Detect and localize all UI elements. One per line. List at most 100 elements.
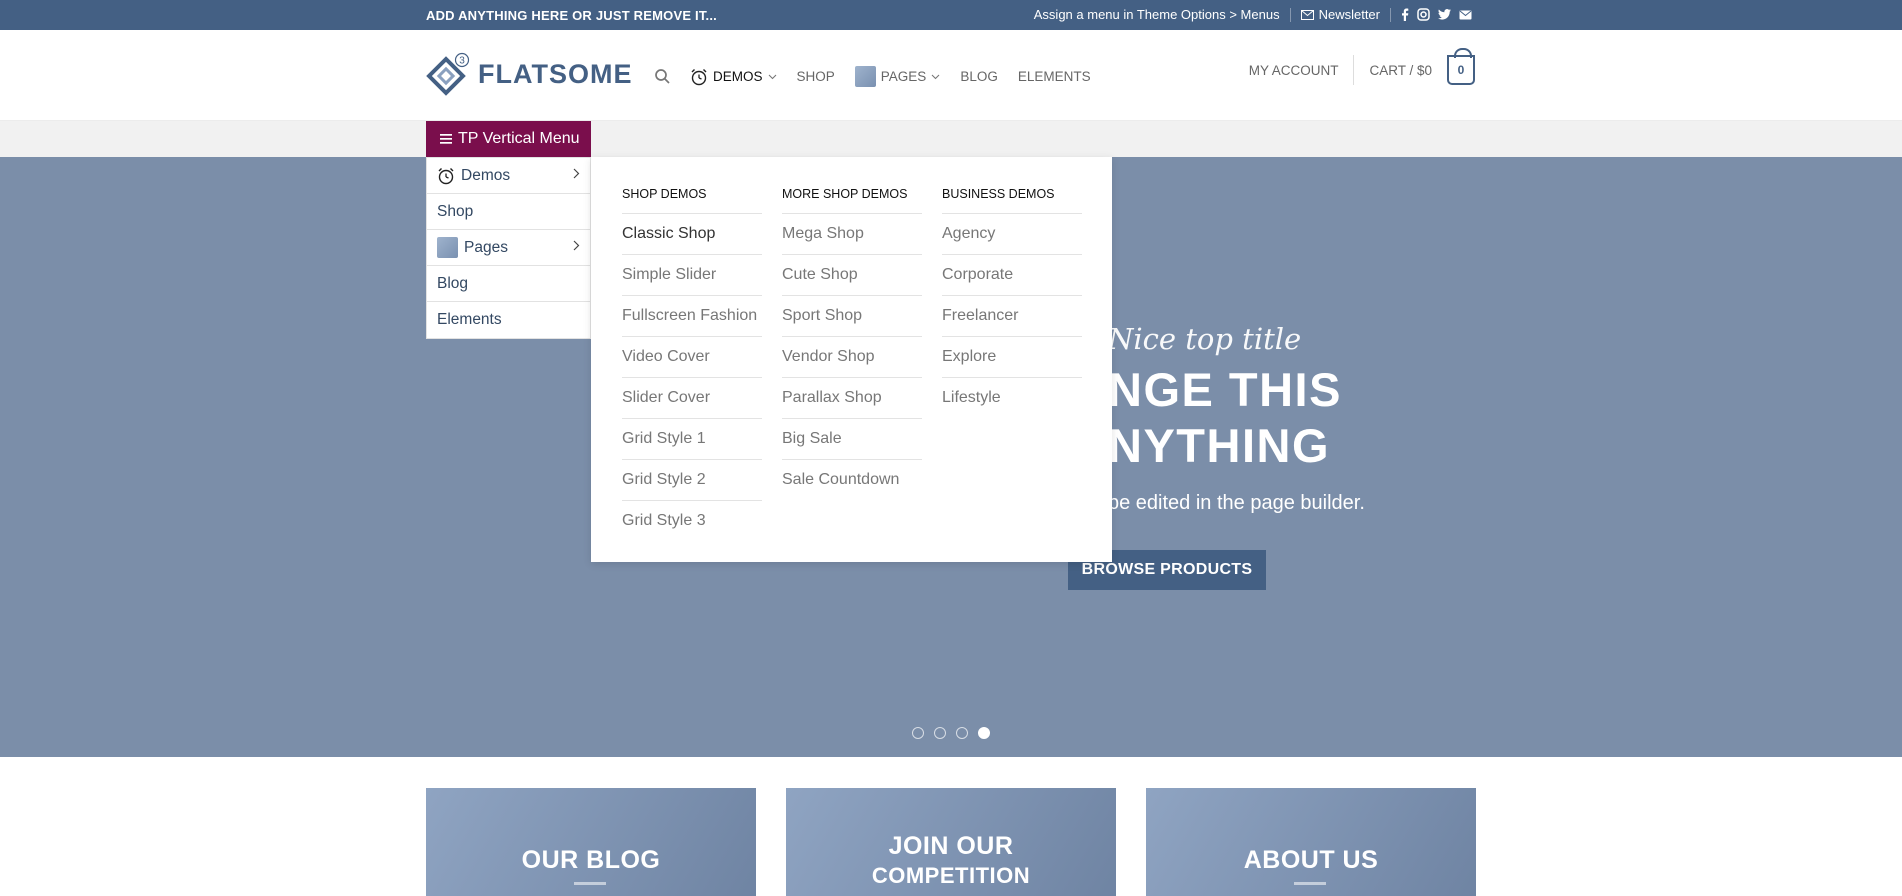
chevron-down-icon — [931, 74, 940, 79]
mega-column-heading: SHOP DEMOS — [622, 187, 762, 214]
mega-link[interactable]: Sale Countdown — [782, 460, 922, 501]
mega-link[interactable]: Fullscreen Fashion — [622, 296, 762, 337]
vertical-menu-list: Demos Shop Pages Blog Elements — [426, 157, 591, 339]
alarm-clock-icon — [691, 68, 707, 85]
mega-link[interactable]: Lifestyle — [942, 378, 1082, 419]
slider-dot[interactable] — [934, 727, 946, 739]
slider-dot-active[interactable] — [978, 727, 990, 739]
hero-subtitle: be edited in the page builder. — [1108, 492, 1365, 514]
mega-link[interactable]: Cute Shop — [782, 255, 922, 296]
mega-column-more-shop-demos: MORE SHOP DEMOS Mega Shop Cute Shop Spor… — [782, 187, 922, 501]
mega-column-shop-demos: SHOP DEMOS Classic Shop Simple Slider Fu… — [622, 187, 762, 542]
mega-link[interactable]: Explore — [942, 337, 1082, 378]
feature-box-title: ABOUT US — [1243, 846, 1379, 874]
site-logo[interactable]: 3 FLATSOME — [426, 52, 632, 96]
social-icons — [1401, 8, 1472, 21]
vertical-menu-label: TP Vertical Menu — [458, 130, 580, 147]
header-account-area: MY ACCOUNT CART / $0 0 — [1249, 48, 1475, 85]
mega-link[interactable]: Grid Style 1 — [622, 419, 762, 460]
mega-link[interactable]: Corporate — [942, 255, 1082, 296]
vertical-menu-item-shop[interactable]: Shop — [427, 194, 590, 230]
vertical-menu-item-pages[interactable]: Pages — [427, 230, 590, 266]
nav-item-demos[interactable]: DEMOS — [690, 68, 777, 86]
cart-icon[interactable]: 0 — [1447, 48, 1475, 85]
cart-count: 0 — [1457, 63, 1465, 77]
flatsome-logo-icon: 3 — [426, 52, 470, 96]
my-account-link[interactable]: MY ACCOUNT — [1249, 63, 1339, 78]
hamburger-icon — [440, 134, 452, 144]
feature-box-about[interactable]: ABOUT US — [1146, 788, 1476, 896]
feature-box-divider — [574, 882, 606, 885]
top-bar: ADD ANYTHING HERE OR JUST REMOVE IT... A… — [0, 0, 1902, 30]
vertical-menu-item-label: Pages — [464, 238, 508, 256]
vertical-menu-item-elements[interactable]: Elements — [427, 302, 590, 338]
nav-item-pages[interactable]: PAGES — [854, 66, 941, 87]
slider-dots — [912, 727, 990, 739]
vertical-menu-item-label: Elements — [437, 311, 502, 328]
mega-column-heading: MORE SHOP DEMOS — [782, 187, 922, 214]
chevron-right-icon — [573, 240, 580, 251]
mega-link[interactable]: Video Cover — [622, 337, 762, 378]
search-icon[interactable] — [655, 69, 670, 84]
mega-link[interactable]: Agency — [942, 214, 1082, 255]
chevron-right-icon — [573, 168, 580, 179]
vertical-menu-item-label: Demos — [461, 166, 511, 184]
demos-mega-menu: SHOP DEMOS Classic Shop Simple Slider Fu… — [591, 157, 1112, 562]
facebook-icon[interactable] — [1401, 8, 1409, 21]
feature-box-title-line-2: COMPETITION — [871, 863, 1031, 888]
twitter-icon[interactable] — [1438, 9, 1451, 20]
feature-box-competition[interactable]: JOIN OUR COMPETITION — [786, 788, 1116, 896]
nav-item-shop[interactable]: SHOP — [797, 69, 835, 84]
logo-text: FLATSOME — [478, 58, 633, 89]
vertical-menu-item-label: Blog — [437, 274, 469, 292]
mail-icon — [1300, 9, 1314, 20]
mega-link[interactable]: Freelancer — [942, 296, 1082, 337]
menu-hint-link[interactable]: Assign a menu in Theme Options > Menus — [1034, 7, 1280, 22]
top-bar-right: Assign a menu in Theme Options > Menus N… — [1034, 7, 1472, 22]
feature-box-divider — [1294, 882, 1326, 885]
hero-headline-line-2: NYTHING — [1108, 419, 1330, 472]
mega-link[interactable]: Mega Shop — [782, 214, 922, 255]
vertical-menu-button[interactable]: TP Vertical Menu — [426, 121, 591, 157]
newsletter-label: Newsletter — [1318, 7, 1380, 22]
pages-thumbnail — [854, 66, 876, 87]
divider — [1289, 7, 1291, 22]
instagram-icon[interactable] — [1417, 8, 1430, 21]
feature-boxes: OUR BLOG JOIN OUR COMPETITION ABOUT US — [426, 788, 1476, 896]
nav-item-blog[interactable]: BLOG — [960, 69, 998, 84]
mega-link[interactable]: Simple Slider — [622, 255, 762, 296]
main-nav: DEMOS SHOP PAGES BLOG ELEMENTS — [655, 66, 1091, 87]
slider-dot[interactable] — [956, 727, 968, 739]
mega-link[interactable]: Vendor Shop — [782, 337, 922, 378]
feature-box-title: OUR BLOG — [521, 846, 661, 874]
mega-link[interactable]: Grid Style 2 — [622, 460, 762, 501]
nav-item-elements[interactable]: ELEMENTS — [1018, 69, 1091, 84]
cart-link[interactable]: CART / $0 — [1369, 63, 1432, 78]
slider-dot[interactable] — [912, 727, 924, 739]
vertical-menu-item-label: Shop — [437, 202, 474, 220]
newsletter-link[interactable]: Newsletter — [1300, 7, 1380, 22]
logo-badge: 3 — [459, 56, 465, 67]
secondary-nav-strip — [0, 121, 1902, 157]
divider — [1390, 7, 1391, 22]
mega-link[interactable]: Grid Style 3 — [622, 501, 762, 542]
hero-headline: NGE THIS NYTHING — [1108, 362, 1342, 474]
mega-link[interactable]: Parallax Shop — [782, 378, 922, 419]
mega-link[interactable]: Big Sale — [782, 419, 922, 460]
email-icon[interactable] — [1459, 10, 1472, 20]
pages-thumbnail — [437, 237, 458, 258]
chevron-down-icon — [768, 74, 776, 79]
feature-box-blog[interactable]: OUR BLOG — [426, 788, 756, 896]
hero-kicker: Nice top title — [1108, 322, 1302, 356]
mega-column-business-demos: BUSINESS DEMOS Agency Corporate Freelanc… — [942, 187, 1082, 419]
vertical-menu-item-blog[interactable]: Blog — [427, 266, 590, 302]
nav-label: DEMOS — [713, 69, 763, 84]
mega-link[interactable]: Slider Cover — [622, 378, 762, 419]
divider — [1353, 55, 1355, 85]
vertical-menu-item-demos[interactable]: Demos — [427, 158, 590, 194]
main-header: 3 FLATSOME DEMOS SHOP PAGES BLOG ELEMENT… — [0, 30, 1902, 121]
mega-link[interactable]: Classic Shop — [622, 214, 762, 255]
hero-headline-line-1: NGE THIS — [1108, 363, 1342, 416]
mega-column-heading: BUSINESS DEMOS — [942, 187, 1082, 214]
mega-link[interactable]: Sport Shop — [782, 296, 922, 337]
